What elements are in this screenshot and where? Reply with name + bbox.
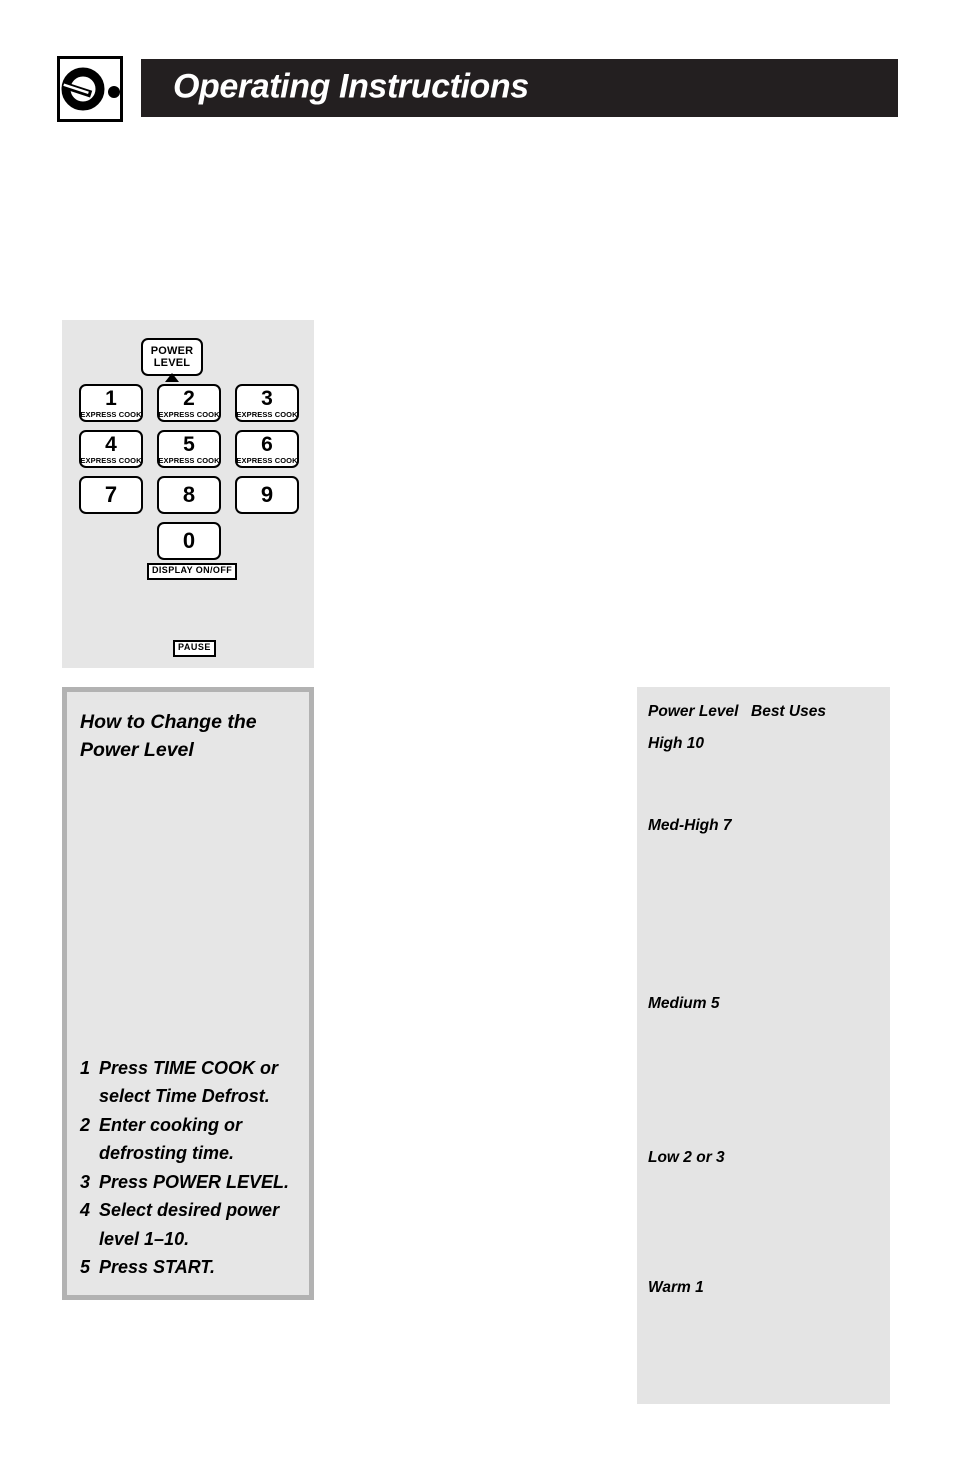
power-level-button[interactable]: POWER LEVEL (141, 338, 203, 382)
keypad-key-5-digit: 5 (183, 432, 195, 456)
instruction-step-text: Select desired power level 1–10. (99, 1200, 280, 1249)
keypad-key-6-sublabel: EXPRESS COOK (236, 455, 298, 465)
table-row: High 10 (648, 735, 880, 753)
page-title: Operating Instructions (173, 67, 529, 106)
keypad-key-3-sublabel: EXPRESS COOK (236, 409, 298, 419)
power-level-name: Med-High 7 (648, 817, 732, 834)
instruction-step-number: 3 (80, 1171, 91, 1192)
keypad-key-6-digit: 6 (261, 432, 273, 456)
pause-label[interactable]: PAUSE (173, 640, 216, 657)
instruction-step: 1 Press TIME COOK or select Time Defrost… (80, 1054, 305, 1111)
power-level-name: High 10 (648, 735, 704, 752)
power-level-label-line2: LEVEL (153, 357, 191, 369)
keypad-key-2-digit: 2 (183, 386, 195, 410)
power-level-name: Warm 1 (648, 1279, 704, 1296)
keypad-key-8-digit: 8 (182, 482, 196, 507)
instruction-step-text: Press TIME COOK or select Time Defrost. (99, 1058, 279, 1107)
instruction-heading-line1: How to Change the (80, 711, 257, 733)
keypad-key-0[interactable]: 0 (157, 522, 221, 560)
power-level-name: Medium 5 (648, 995, 720, 1012)
keypad-key-5-sublabel: EXPRESS COOK (158, 455, 220, 465)
keypad-key-9[interactable]: 9 (235, 476, 299, 514)
power-level-name: Low 2 or 3 (648, 1149, 725, 1166)
keypad-key-0-digit: 0 (182, 528, 196, 553)
instruction-step: 3 Press POWER LEVEL. (80, 1168, 305, 1196)
instruction-steps-list: 1 Press TIME COOK or select Time Defrost… (80, 1054, 305, 1282)
display-on-off-label[interactable]: DISPLAY ON/OFF (147, 563, 238, 580)
keypad-key-1-digit: 1 (105, 386, 117, 410)
keypad-panel: POWER LEVEL 1 EXPRESS COOK 2 EXPRESS COO… (62, 320, 314, 668)
power-level-table-header: Power Level Best Uses (648, 703, 826, 721)
instruction-step-text: Press START. (99, 1257, 216, 1278)
dial-knob-icon (57, 56, 123, 122)
keypad-key-3-digit: 3 (261, 386, 273, 410)
keypad-key-7-digit: 7 (104, 482, 118, 507)
table-row: Warm 1 (648, 1279, 880, 1297)
instruction-panel: How to Change the Power Level 1 Press TI… (62, 687, 314, 1300)
keypad-key-4-digit: 4 (105, 432, 117, 456)
table-row: Low 2 or 3 (648, 1149, 880, 1167)
keypad-key-4-sublabel: EXPRESS COOK (80, 455, 142, 465)
keypad-key-7[interactable]: 7 (79, 476, 143, 514)
keypad-key-2[interactable]: 2 EXPRESS COOK (157, 384, 221, 422)
keypad-key-2-sublabel: EXPRESS COOK (158, 409, 220, 419)
keypad-key-9-digit: 9 (260, 482, 274, 507)
header-banner: Operating Instructions (141, 59, 898, 117)
table-row: Med-High 7 (648, 817, 880, 835)
keypad-key-8[interactable]: 8 (157, 476, 221, 514)
keypad-key-3[interactable]: 3 EXPRESS COOK (235, 384, 299, 422)
table-row: Medium 5 (648, 995, 880, 1013)
instruction-heading: How to Change the Power Level (80, 709, 290, 764)
keypad-key-1-sublabel: EXPRESS COOK (80, 409, 142, 419)
instruction-step: 2 Enter cooking or defrosting time. (80, 1111, 305, 1168)
instruction-step-number: 2 (80, 1114, 91, 1135)
page-header: Operating Instructions (0, 0, 954, 140)
instruction-heading-line2: Power Level (80, 738, 194, 761)
instruction-step-number: 5 (80, 1257, 91, 1278)
keypad-key-1[interactable]: 1 EXPRESS COOK (79, 384, 143, 422)
power-level-table: Power Level Best Uses High 10 Med-High 7… (637, 687, 890, 1404)
instruction-step-text: Enter cooking or defrosting time. (99, 1114, 243, 1164)
column-header-best-uses: Best Uses (751, 703, 826, 720)
instruction-step: 5 Press START. (80, 1253, 305, 1281)
instruction-step-number: 4 (80, 1200, 91, 1221)
power-level-pointer-icon (165, 373, 179, 382)
keypad-key-4[interactable]: 4 EXPRESS COOK (79, 430, 143, 468)
instruction-step: 4 Select desired power level 1–10. (80, 1196, 305, 1253)
power-level-label-line1: POWER (150, 344, 194, 357)
instruction-step-text: Press POWER LEVEL. (99, 1171, 290, 1192)
instruction-step-number: 1 (80, 1058, 91, 1078)
keypad-key-6[interactable]: 6 EXPRESS COOK (235, 430, 299, 468)
keypad-key-5[interactable]: 5 EXPRESS COOK (157, 430, 221, 468)
column-header-power-level: Power Level (648, 703, 739, 720)
